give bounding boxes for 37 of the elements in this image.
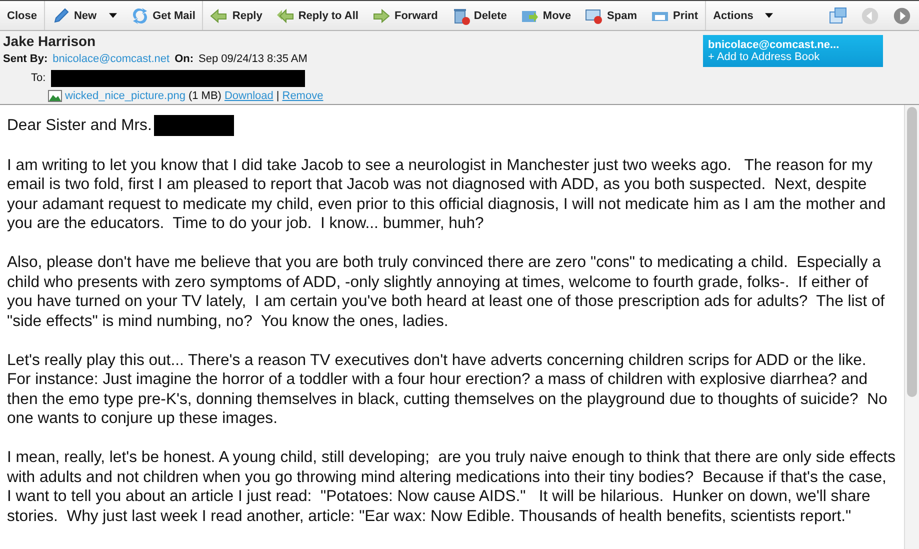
attachment-size: (1 MB) — [188, 90, 222, 102]
toolbar-button[interactable]: Move — [514, 1, 578, 30]
toolbar-button[interactable]: Actions — [706, 1, 780, 30]
contact-email: bnicolace@comcast.ne... — [708, 39, 840, 51]
message-paragraph: Also, please don't have me believe that you are both truly convinced there are zero "cons" to medicating a child. Especially a child who presents with zero symptoms of ADD, -only slightly annoying at times, welcome to fourth grade, folks-. If either of you have turned on your TV lately, I am certain you've both heard at least one of those prescription ads for adults? The list of "side effects" is mind numbing, no? You know the ones, ladies. — [7, 253, 886, 331]
to-label: To: — [31, 72, 46, 84]
toolbar-button[interactable]: Reply — [203, 1, 270, 30]
toolbar-button[interactable]: Spam — [578, 1, 644, 30]
toolbar-button[interactable]: Print — [644, 1, 706, 30]
separator: | — [276, 90, 280, 102]
reply-arrow-icon — [210, 6, 228, 24]
toolbar-button[interactable]: Close — [0, 1, 45, 30]
toolbar-button[interactable]: Reply to All — [269, 1, 366, 30]
message-paragraph: I mean, really, let's be honest. A young child, still developing; are you truly naive enough to think that there are only side effects with adults and not children when you go throwing mind altering medications into their tiny bodies? Because if that's the case, I want to tell you about an article I just read: "Potatoes: Now cause AIDS." It will be hilarious. Hunker on down, we'll share stories. Why just last week I read another, article: "Ear wax: Now Edible. Thousands of health benefits, scientists report." — [7, 448, 896, 526]
toolbar-button[interactable]: Forward — [365, 1, 445, 30]
sync-icon — [130, 6, 149, 24]
scrollbar-thumb[interactable] — [907, 107, 917, 397]
toolbar-button[interactable]: New — [44, 1, 124, 30]
date-label: On: — [174, 52, 194, 65]
scrollbar[interactable] — [904, 105, 919, 549]
sent-by-label: Sent By: — [3, 52, 48, 65]
image-file-icon — [48, 90, 62, 102]
trash-icon — [452, 6, 470, 24]
toolbar-button[interactable]: Get Mail — [124, 1, 204, 30]
windows-icon[interactable] — [829, 6, 847, 24]
toolbar-button[interactable]: Delete — [444, 1, 514, 30]
pencil-icon — [52, 6, 70, 24]
envelope-blocked-icon — [585, 6, 604, 24]
sent-date: Sep 09/24/13 8:35 AM — [198, 52, 308, 65]
forward-arrow-icon — [372, 6, 390, 24]
previous-icon[interactable] — [861, 6, 879, 24]
next-icon[interactable] — [893, 6, 911, 24]
greeting: Dear Sister and Mrs. — [7, 116, 152, 136]
message-paragraph: I am writing to let you know that I did take Jacob to see a neurologist in Manchester just two weeks ago. The reason for my email is two fold, first I am pleased to report that Jacob was not diagnosed with ADD, as you both suspected. Next, despite your adamant request to medicate my child, even prior to this official diagnosis, I will not medicate him as I am the mother and you are the educators. Time to do your job. I know... bummer, huh? — [7, 156, 887, 234]
message-paragraph: Let's really play this out... There's a reason TV executives don't have adverts concerning children scrips for ADD or the like. For instance: Just imagine the horror of a toddler with a four hour erection? a mass of children with explosive diarrhea? and then the emo type pre-K's, donning themselves in black, cutting themselves on the playground due to thoughts of suicide? No one wants to conjure up these images. — [7, 350, 888, 428]
sender-name: Jake Harrison — [3, 33, 97, 49]
reply-all-icon — [276, 6, 294, 24]
